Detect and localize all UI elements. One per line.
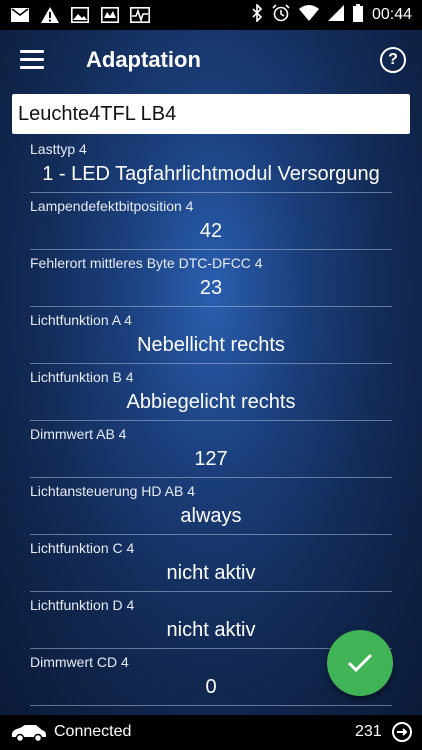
- image-icon: [70, 7, 90, 23]
- list-item[interactable]: Lichtfunktion B 4 Abbiegelicht rechts: [18, 364, 392, 421]
- list-item[interactable]: Lichtansteuerung HD AB 4 always: [18, 478, 392, 535]
- item-label: Lichtfunktion D 4: [30, 597, 135, 613]
- item-value[interactable]: 127: [30, 448, 392, 471]
- item-label: Lampendefektbitposition 4: [30, 198, 194, 214]
- frame-count: 231: [355, 723, 382, 740]
- cycle-icon[interactable]: [391, 721, 413, 743]
- item-value[interactable]: nicht aktiv: [30, 562, 392, 585]
- status-bar: 00:44: [0, 0, 422, 30]
- item-value[interactable]: Abbiegelicht rechts: [30, 391, 392, 414]
- item-value[interactable]: 23: [30, 277, 392, 300]
- item-value[interactable]: 42: [30, 220, 392, 243]
- car-icon: [10, 723, 48, 743]
- clock-time: 00:44: [371, 6, 412, 23]
- help-circle-icon[interactable]: ?: [380, 47, 406, 73]
- confirm-button[interactable]: [327, 630, 393, 696]
- warning-icon: [40, 7, 60, 23]
- item-value[interactable]: 1 - LED Tagfahrlichtmodul Versorgung: [30, 163, 392, 186]
- tv-icon: [100, 7, 120, 23]
- item-value[interactable]: Nebellicht rechts: [30, 334, 392, 357]
- activity-icon: [130, 7, 150, 23]
- list-item[interactable]: Lichtfunktion C 4 nicht aktiv: [18, 535, 392, 592]
- bluetooth-icon: [251, 2, 263, 27]
- page-title: Adaptation: [86, 47, 201, 72]
- app-bar: Adaptation ?: [0, 30, 422, 92]
- connection-status: Connected: [54, 723, 132, 740]
- item-label: Dimmwert AB 4: [30, 426, 127, 442]
- list-item[interactable]: Lichtfunktion A 4 Nebellicht rechts: [18, 307, 392, 364]
- item-value[interactable]: always: [30, 505, 392, 528]
- divider: [30, 705, 392, 706]
- mail-icon: [10, 7, 30, 23]
- item-label: Lasttyp 4: [30, 141, 87, 157]
- adaptation-screen: Adaptation ? Leuchte4TFL LB4 Lasttyp 4 1…: [0, 30, 422, 715]
- hamburger-menu-icon[interactable]: [20, 50, 46, 72]
- signal-icon: [327, 4, 344, 26]
- battery-icon: [352, 3, 363, 27]
- wifi-icon: [298, 4, 319, 26]
- connection-bar: Connected 231: [0, 715, 422, 750]
- item-label: Lichtansteuerung HD AB 4: [30, 483, 195, 499]
- item-label: Dimmwert CD 4: [30, 654, 129, 670]
- item-label: Lichtfunktion B 4: [30, 369, 134, 385]
- item-label: Lichtfunktion C 4: [30, 540, 135, 556]
- list-item[interactable]: Lampendefektbitposition 4 42: [18, 193, 392, 250]
- item-label: Fehlerort mittleres Byte DTC-DFCC 4: [30, 255, 263, 271]
- adaptation-list[interactable]: Lasttyp 4 1 - LED Tagfahrlichtmodul Vers…: [18, 136, 392, 706]
- list-item[interactable]: Lasttyp 4 1 - LED Tagfahrlichtmodul Vers…: [18, 136, 392, 193]
- list-item[interactable]: Fehlerort mittleres Byte DTC-DFCC 4 23: [18, 250, 392, 307]
- list-item[interactable]: Dimmwert AB 4 127: [18, 421, 392, 478]
- check-icon: [347, 653, 373, 673]
- item-label: Lichtfunktion A 4: [30, 312, 132, 328]
- alarm-icon: [272, 3, 290, 27]
- module-header[interactable]: Leuchte4TFL LB4: [12, 94, 410, 134]
